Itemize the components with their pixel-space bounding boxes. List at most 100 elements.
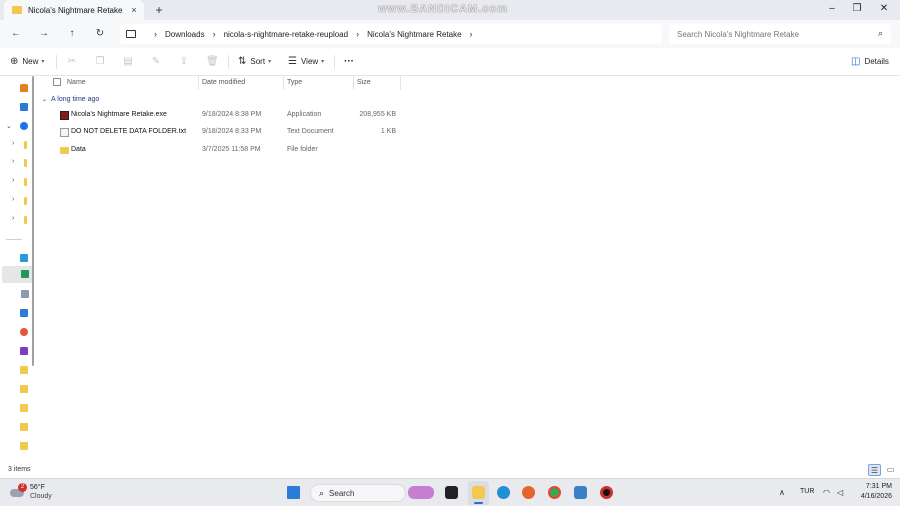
taskbar-search[interactable]: ⌕ Search — [310, 484, 406, 502]
view-button[interactable]: ☰ View ▾ — [288, 56, 324, 68]
time: 7:31 PM — [865, 483, 892, 490]
column-divider[interactable] — [198, 76, 199, 90]
wifi-icon[interactable]: ◠ — [823, 488, 830, 497]
volume-icon[interactable]: ◁ — [837, 488, 843, 497]
notification-badge: 2 — [18, 483, 27, 492]
pictures-icon[interactable] — [20, 309, 28, 317]
column-divider[interactable] — [400, 76, 401, 90]
copy-icon[interactable]: ❐ — [94, 56, 106, 68]
column-divider[interactable] — [353, 76, 354, 90]
up-button[interactable]: ↑ — [65, 27, 79, 41]
downloads-icon[interactable] — [21, 270, 29, 278]
search-icon[interactable]: ⌕ — [878, 28, 883, 39]
chevron-right-icon[interactable]: › — [12, 177, 14, 184]
folder-icon[interactable] — [20, 442, 28, 450]
column-header-size[interactable]: Size — [357, 79, 371, 86]
select-all-checkbox[interactable] — [53, 78, 61, 86]
file-row[interactable]: Nicola's Nightmare Retake.exe 9/18/2024 … — [56, 107, 406, 124]
folder-icon[interactable] — [24, 197, 27, 205]
rename-icon[interactable]: ✎ — [150, 56, 162, 68]
chevron-up-icon[interactable]: ∧ — [779, 488, 785, 497]
folder-icon[interactable] — [20, 423, 28, 431]
sidebar-scrollbar[interactable] — [32, 76, 34, 366]
details-pane-button[interactable]: ◫ Details — [851, 56, 889, 68]
music-icon[interactable] — [20, 328, 28, 336]
maximize-button[interactable]: ❐ — [847, 2, 867, 16]
chevron-right-icon[interactable]: › — [154, 29, 157, 39]
breadcrumb-current-folder[interactable]: Nicola's Nightmare Retake — [367, 30, 461, 39]
column-header-name[interactable]: Name — [67, 79, 86, 86]
sort-label: Sort — [250, 57, 266, 66]
view-icon: ☰ — [288, 56, 297, 67]
search-box[interactable]: ⌕ — [669, 24, 891, 44]
home-icon[interactable] — [20, 84, 28, 92]
selected-item-highlight — [2, 266, 34, 283]
address-bar[interactable]: › Downloads › nicola-s-nightmare-retake-… — [120, 24, 662, 44]
bandicam-icon[interactable] — [600, 486, 613, 499]
clock[interactable]: 7:31 PM 4/16/2026 — [852, 482, 892, 502]
breadcrumb-downloads[interactable]: Downloads — [165, 30, 205, 39]
delete-icon[interactable]: 🗑 — [206, 56, 219, 68]
documents-icon[interactable] — [21, 290, 29, 298]
chevron-down-icon: ▾ — [41, 59, 45, 65]
window-tab[interactable]: Nicola's Nightmare Retake × — [4, 0, 144, 20]
folder-icon[interactable] — [24, 216, 27, 224]
new-button[interactable]: ⊕ New ▾ — [10, 56, 44, 68]
forward-button[interactable]: → — [37, 27, 51, 41]
language-indicator[interactable]: TUR — [800, 488, 814, 495]
cut-icon[interactable]: ✂ — [66, 56, 78, 68]
file-explorer-active[interactable] — [468, 481, 489, 505]
photos-icon[interactable] — [574, 486, 587, 499]
folder-icon[interactable] — [24, 159, 27, 167]
sort-button[interactable]: ⇅ Sort ▾ — [238, 56, 271, 68]
column-header-date[interactable]: Date modified — [202, 79, 245, 86]
gallery-icon[interactable] — [20, 103, 28, 111]
breadcrumb-reupload-folder[interactable]: nicola-s-nightmare-retake-reupload — [224, 30, 349, 39]
tab-close-button[interactable]: × — [128, 5, 140, 15]
onedrive-icon[interactable] — [20, 122, 28, 130]
chevron-right-icon[interactable]: › — [12, 196, 14, 203]
file-row[interactable]: Data 3/7/2025 11:58 PM File folder — [56, 142, 406, 159]
flowers-widget-icon[interactable] — [408, 486, 434, 499]
this-pc-icon[interactable] — [126, 30, 136, 38]
tiles-view-button[interactable]: ▭ — [884, 464, 897, 476]
task-view-icon[interactable] — [445, 486, 458, 499]
chevron-down-icon[interactable]: ⌄ — [42, 96, 47, 103]
chevron-down-icon[interactable]: ⌄ — [6, 122, 12, 130]
folder-icon[interactable] — [24, 178, 27, 186]
chevron-right-icon[interactable]: › — [356, 29, 359, 39]
column-header-type[interactable]: Type — [287, 79, 302, 86]
app-icon — [60, 111, 69, 120]
share-icon[interactable]: ⇪ — [178, 56, 190, 68]
chevron-right-icon[interactable]: › — [12, 215, 14, 222]
group-header[interactable]: ⌄ A long time ago — [42, 96, 99, 103]
folder-icon[interactable] — [20, 366, 28, 374]
chevron-right-icon[interactable]: › — [213, 29, 216, 39]
chevron-right-icon[interactable]: › — [470, 29, 473, 39]
chrome-icon[interactable] — [548, 486, 561, 499]
tab-title: Nicola's Nightmare Retake — [28, 5, 123, 15]
videos-icon[interactable] — [20, 347, 28, 355]
close-window-button[interactable]: ✕ — [874, 2, 894, 16]
edge-icon[interactable] — [497, 486, 510, 499]
firefox-icon[interactable] — [522, 486, 535, 499]
back-button[interactable]: ← — [9, 27, 23, 41]
refresh-button[interactable]: ↻ — [93, 27, 107, 41]
folder-icon[interactable] — [20, 385, 28, 393]
folder-icon[interactable] — [24, 141, 27, 149]
more-options-button[interactable]: ··· — [344, 56, 354, 68]
chevron-right-icon[interactable]: › — [12, 140, 14, 147]
paste-icon[interactable]: ▤ — [122, 56, 134, 68]
chevron-right-icon[interactable]: › — [12, 158, 14, 165]
column-divider[interactable] — [283, 76, 284, 90]
start-icon[interactable] — [287, 486, 300, 499]
folder-icon[interactable] — [20, 404, 28, 412]
new-tab-button[interactable]: + — [152, 3, 166, 17]
weather-widget[interactable]: 2 56°F Cloudy — [10, 483, 80, 505]
search-input[interactable] — [677, 29, 867, 39]
title-bar: Nicola's Nightmare Retake × + www.BANDIC… — [0, 0, 900, 20]
file-row[interactable]: DO NOT DELETE DATA FOLDER.txt 9/18/2024 … — [56, 124, 406, 141]
minimize-button[interactable]: – — [822, 2, 842, 16]
details-view-button[interactable]: ☰ — [868, 464, 881, 476]
desktop-icon[interactable] — [20, 254, 28, 262]
